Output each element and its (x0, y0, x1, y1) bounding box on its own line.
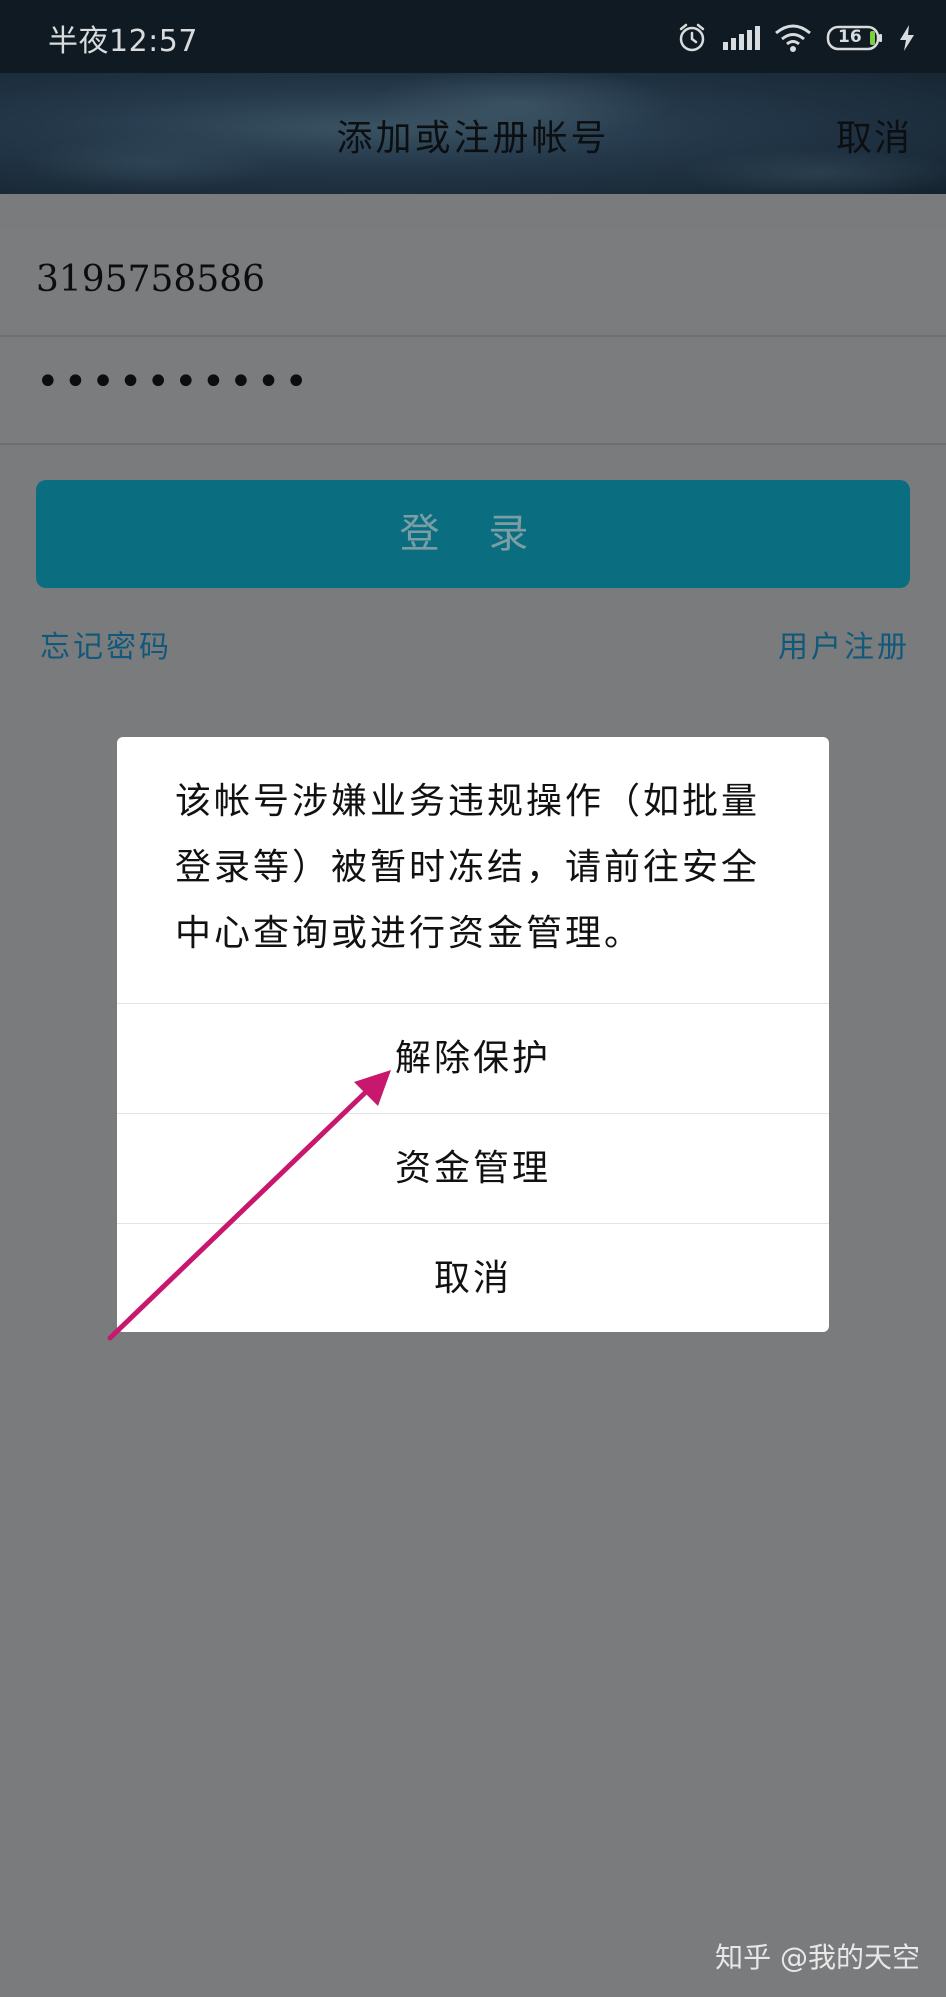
signal-icon (722, 24, 760, 52)
wifi-icon (774, 23, 812, 53)
dialog-message: 该帐号涉嫌业务违规操作（如批量登录等）被暂时冻结，请前往安全中心查询或进行资金管… (175, 781, 761, 954)
account-frozen-dialog: 该帐号涉嫌业务违规操作（如批量登录等）被暂时冻结，请前往安全中心查询或进行资金管… (117, 737, 829, 1332)
battery-level: 16 (838, 27, 862, 47)
title-cancel-button[interactable]: 取消 (836, 109, 912, 161)
account-field[interactable]: 3195758586 (0, 229, 946, 337)
password-input-value: •••••••••• (36, 359, 312, 405)
forgot-password-link[interactable]: 忘记密码 (40, 622, 172, 666)
status-time: 半夜12:57 (48, 24, 198, 59)
account-input-value: 3195758586 (36, 259, 266, 300)
battery-icon: 16 (826, 24, 884, 52)
alarm-icon (676, 22, 708, 54)
dialog-cancel-button[interactable]: 取消 (117, 1223, 829, 1332)
watermark: 知乎 @我的天空 (715, 1941, 920, 1974)
status-icons: 16 (676, 18, 916, 58)
status-bar: 半夜12:57 16 (0, 0, 946, 73)
page-title: 添加或注册帐号 (336, 118, 610, 159)
unlock-protection-button[interactable]: 解除保护 (117, 1003, 829, 1113)
title-bar: 添加或注册帐号 取消 (0, 73, 946, 194)
login-button[interactable]: 登 录 (36, 480, 910, 588)
charging-icon (898, 24, 916, 52)
screen: 半夜12:57 16 添加或注册帐号 取消 3195758586 •••••••… (0, 0, 946, 1997)
fund-management-button[interactable]: 资金管理 (117, 1113, 829, 1223)
password-field[interactable]: •••••••••• (0, 337, 946, 445)
register-link[interactable]: 用户注册 (778, 622, 910, 666)
